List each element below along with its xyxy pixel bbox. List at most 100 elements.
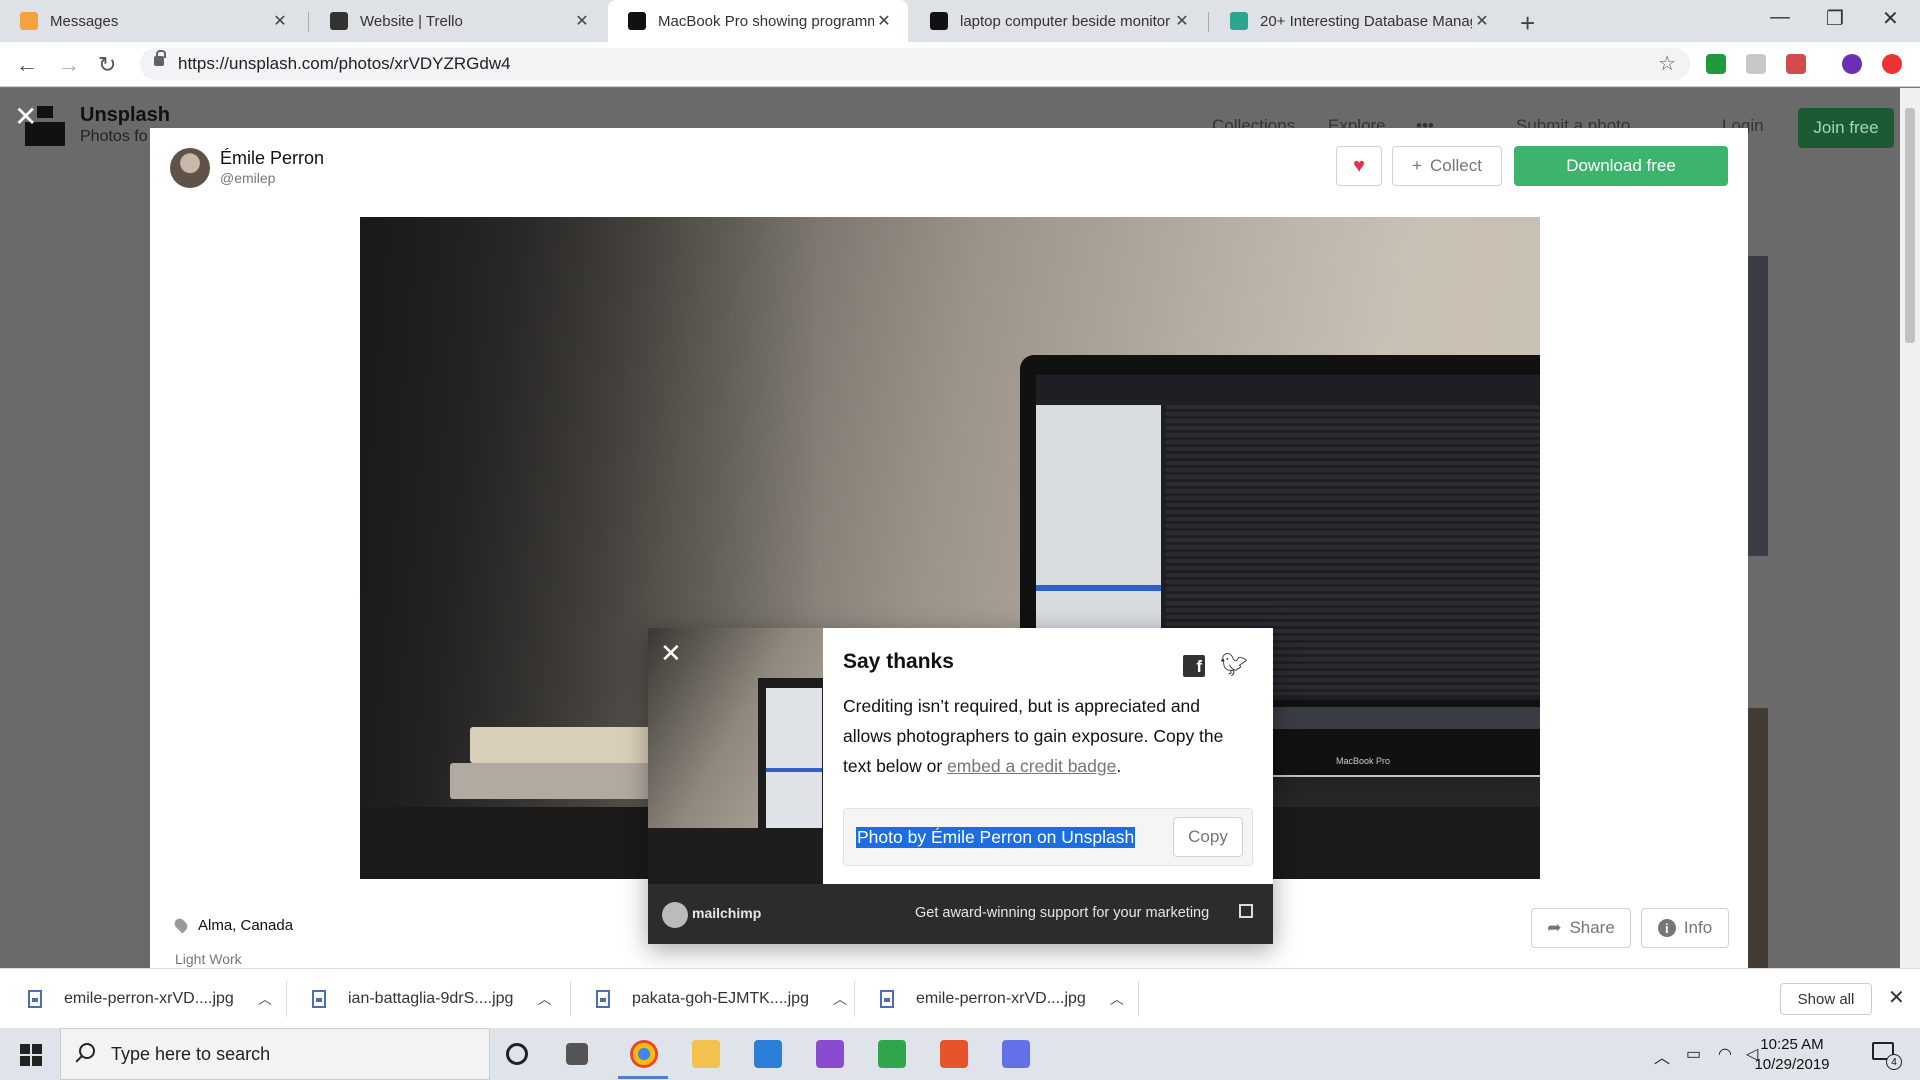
tab-database[interactable]: 20+ Interesting Database Manag ✕ <box>1210 0 1506 42</box>
cortana-icon[interactable] <box>506 1043 528 1065</box>
download-item[interactable]: emile-perron-xrVD....jpg ︿ <box>852 969 1136 1029</box>
show-all-button[interactable]: Show all <box>1780 983 1872 1015</box>
tab-title: Messages <box>50 12 119 30</box>
vscode-icon[interactable] <box>754 1040 782 1068</box>
restore-icon[interactable]: ❐ <box>1826 6 1844 31</box>
brand-tagline: Photos fo <box>80 128 148 145</box>
share-arrow-icon: ➦ <box>1547 918 1562 937</box>
close-modal-icon[interactable]: ✕ <box>14 100 37 133</box>
credit-text-box[interactable]: Photo by Émile Perron on Unsplash Copy <box>843 808 1253 866</box>
wifi-icon[interactable]: ◠ <box>1718 1044 1732 1064</box>
unsplash-favicon-icon <box>628 12 646 30</box>
taskbar: Type here to search ︿ ▭ ◠ ◁ 10:25 AM 10/… <box>0 1028 1920 1080</box>
photo-collection-link[interactable]: Light Work <box>175 951 242 967</box>
forward-icon[interactable]: → <box>58 52 80 78</box>
cast-extension-icon[interactable] <box>1786 54 1806 74</box>
chevron-up-icon[interactable]: ︿ <box>537 989 551 1009</box>
task-view-icon[interactable] <box>566 1043 588 1065</box>
close-tab-icon[interactable]: ✕ <box>572 11 592 31</box>
url-text[interactable]: https://unsplash.com/photos/xrVDYZRGdw4 <box>178 54 511 74</box>
chrome-icon[interactable] <box>630 1040 658 1068</box>
address-bar[interactable]: https://unsplash.com/photos/xrVDYZRGdw4 … <box>140 48 1690 80</box>
download-item[interactable]: pakata-goh-EJMTK....jpg ︿ <box>568 969 852 1029</box>
author-name[interactable]: Émile Perron <box>220 148 324 169</box>
office-icon[interactable] <box>940 1040 968 1068</box>
download-free-button[interactable]: Download free <box>1514 146 1728 186</box>
info-button[interactable]: i Info <box>1641 908 1729 948</box>
tab-unsplash-laptop[interactable]: laptop computer beside monitor ✕ <box>910 0 1206 42</box>
image-file-icon <box>596 990 610 1008</box>
profile-avatar[interactable] <box>1842 54 1862 74</box>
visual-studio-icon[interactable] <box>816 1040 844 1068</box>
close-tab-icon[interactable]: ✕ <box>874 11 894 31</box>
update-icon[interactable] <box>1882 54 1902 74</box>
tab-trello[interactable]: Website | Trello ✕ <box>310 0 606 42</box>
facebook-icon[interactable]: f <box>1183 655 1205 677</box>
credit-text[interactable]: Photo by Émile Perron on Unsplash <box>856 827 1136 848</box>
lock-icon <box>154 50 166 66</box>
scrollbar-thumb[interactable] <box>1905 108 1915 343</box>
copy-button[interactable]: Copy <box>1173 817 1243 857</box>
image-file-icon <box>28 990 42 1008</box>
tab-title: MacBook Pro showing programm <box>658 12 874 30</box>
xamarin-icon[interactable] <box>878 1040 906 1068</box>
sponsor-name: mailchimp <box>692 905 762 921</box>
search-placeholder: Type here to search <box>111 1044 271 1064</box>
browser-toolbar: ← → ↻ https://unsplash.com/photos/xrVDYZ… <box>0 42 1920 87</box>
chevron-up-icon[interactable]: ︿ <box>833 989 847 1009</box>
active-app-indicator <box>618 1076 668 1079</box>
chevron-up-icon[interactable]: ︿ <box>258 989 272 1009</box>
download-item[interactable]: emile-perron-xrVD....jpg ︿ <box>0 969 282 1029</box>
reload-icon[interactable]: ↻ <box>98 52 116 78</box>
thumbnail-selection <box>766 768 822 772</box>
thumbnail-screen <box>766 688 822 828</box>
like-button[interactable]: ♥ <box>1336 146 1382 186</box>
clock-time[interactable]: 10:25 AM <box>1752 1036 1832 1053</box>
back-icon[interactable]: ← <box>16 52 38 78</box>
discord-icon[interactable] <box>1002 1040 1030 1068</box>
trello-favicon-icon <box>330 12 348 30</box>
close-tab-icon[interactable]: ✕ <box>270 11 290 31</box>
chevron-up-icon[interactable]: ︿ <box>1110 989 1124 1009</box>
tab-divider <box>308 12 309 32</box>
file-explorer-icon[interactable] <box>692 1040 720 1068</box>
chevron-up-icon[interactable]: ︿ <box>1654 1044 1670 1068</box>
join-free-button[interactable]: Join free <box>1798 108 1894 148</box>
taskbar-search[interactable]: Type here to search <box>60 1028 490 1080</box>
new-tab-button[interactable]: + <box>1520 8 1535 39</box>
close-shelf-icon[interactable]: ✕ <box>1888 985 1905 1010</box>
download-item[interactable]: ian-battaglia-9drS....jpg ︿ <box>284 969 568 1029</box>
close-popup-icon[interactable]: ✕ <box>660 638 682 669</box>
photo-location[interactable]: Alma, Canada <box>198 917 293 934</box>
bookmark-star-icon[interactable]: ☆ <box>1658 51 1676 76</box>
heart-icon: ♥ <box>1353 154 1365 177</box>
close-tab-icon[interactable]: ✕ <box>1172 11 1192 31</box>
battery-icon[interactable]: ▭ <box>1686 1044 1701 1064</box>
tab-title: Website | Trello <box>360 12 463 30</box>
extension-icon[interactable] <box>1746 54 1766 74</box>
clock-date[interactable]: 10/29/2019 <box>1752 1056 1832 1073</box>
share-button[interactable]: ➦ Share <box>1531 908 1631 948</box>
notification-count: 4 <box>1886 1054 1902 1070</box>
checkmark-extension-icon[interactable] <box>1706 54 1726 74</box>
background-photo-strip <box>1748 708 1768 988</box>
collect-button[interactable]: + Collect <box>1392 146 1502 186</box>
location-pin-icon <box>172 916 190 934</box>
windows-start-icon[interactable] <box>20 1044 42 1066</box>
image-file-icon <box>312 990 326 1008</box>
download-filename: ian-battaglia-9drS....jpg <box>348 990 514 1007</box>
author-username[interactable]: @emilep <box>220 170 275 186</box>
minimize-icon[interactable]: — <box>1770 6 1790 29</box>
close-tab-icon[interactable]: ✕ <box>1472 11 1492 31</box>
download-filename: emile-perron-xrVD....jpg <box>64 990 234 1007</box>
page-scrollbar[interactable] <box>1900 88 1920 968</box>
close-window-icon[interactable]: ✕ <box>1882 6 1899 31</box>
tab-messages[interactable]: Messages ✕ <box>0 0 304 42</box>
sponsor-banner[interactable]: mailchimp Get award-winning support for … <box>648 884 1273 944</box>
tab-unsplash-macbook[interactable]: MacBook Pro showing programm ✕ <box>608 0 908 42</box>
popup-body-end: . <box>1116 756 1122 776</box>
twitter-icon[interactable]: 🐦︎ <box>1220 652 1248 678</box>
embed-credit-badge-link[interactable]: embed a credit badge <box>947 756 1116 776</box>
browser-tab-strip: Messages ✕ Website | Trello ✕ MacBook Pr… <box>0 0 1920 42</box>
author-avatar[interactable] <box>170 148 210 188</box>
